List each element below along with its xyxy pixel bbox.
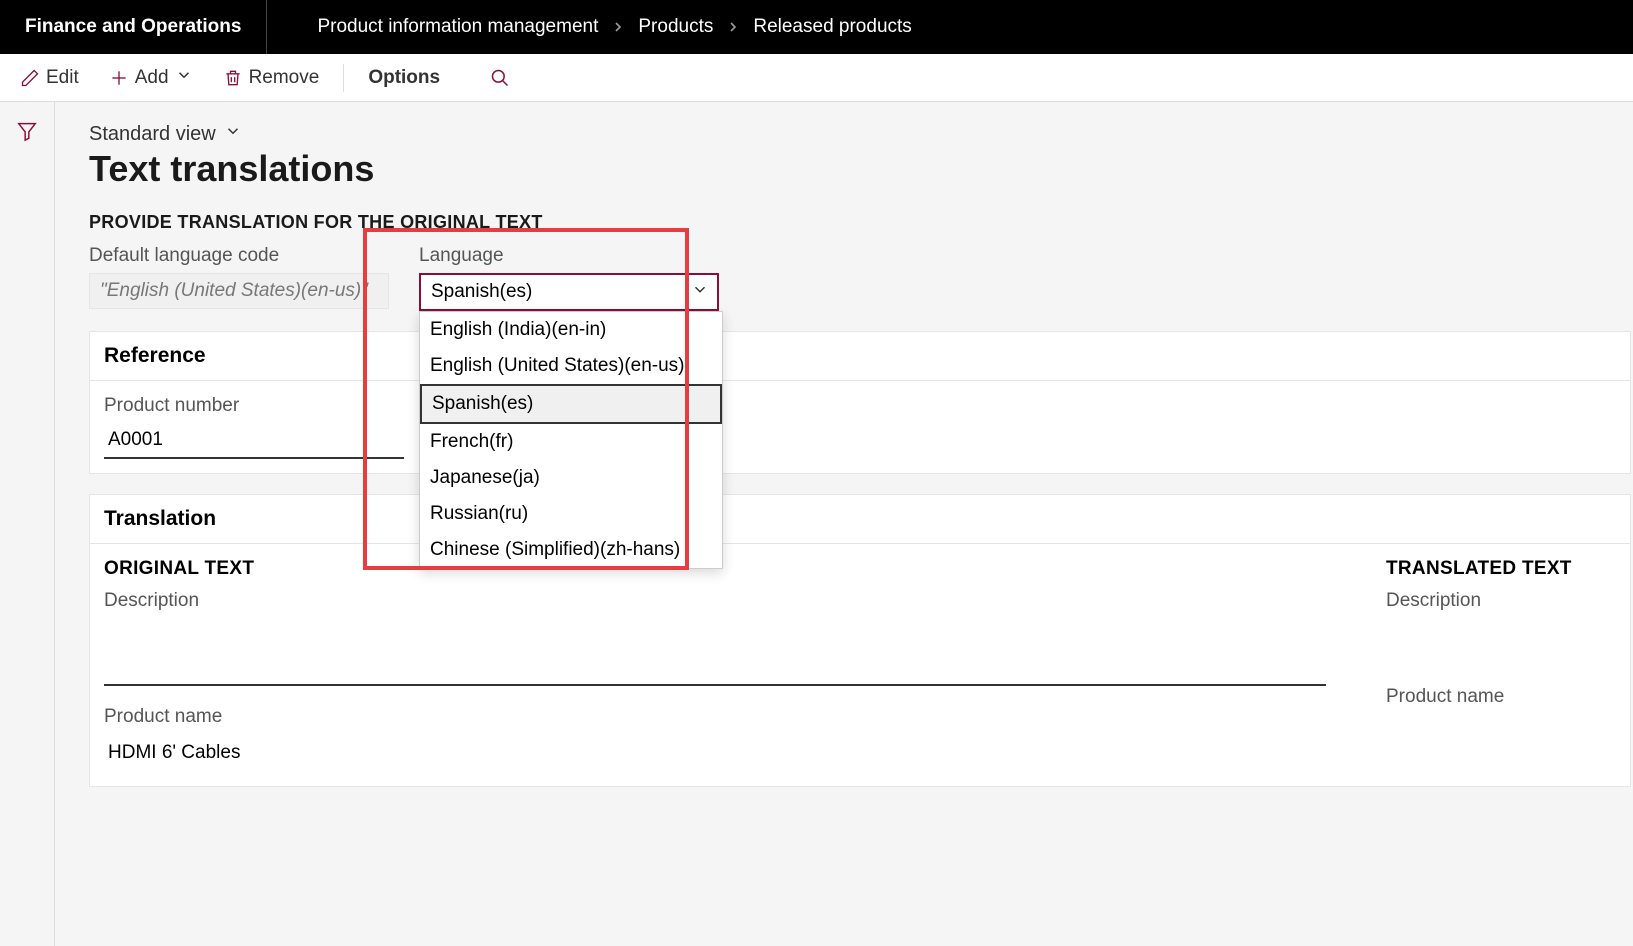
remove-label: Remove <box>249 67 320 89</box>
language-field: Language Spanish(es) English (India)(en-… <box>419 245 719 311</box>
language-option[interactable]: Russian(ru) <box>420 496 722 532</box>
language-option[interactable]: French(fr) <box>420 424 722 460</box>
chevron-down-icon <box>224 122 242 146</box>
add-button[interactable]: Add <box>99 60 203 96</box>
search-icon <box>490 68 510 88</box>
view-selector[interactable]: Standard view <box>89 122 242 146</box>
translation-panel: Translation ORIGINAL TEXT Description Pr… <box>89 494 1631 787</box>
language-dropdown-menu: English (India)(en-in) English (United S… <box>419 311 723 569</box>
edit-button[interactable]: Edit <box>10 61 89 95</box>
plus-icon <box>109 68 129 88</box>
action-bar: Edit Add Remove Options <box>0 54 1633 102</box>
filter-icon[interactable] <box>16 120 38 147</box>
add-label: Add <box>135 67 169 89</box>
pencil-icon <box>20 68 40 88</box>
edit-label: Edit <box>46 67 79 89</box>
page-title: Text translations <box>89 148 1633 190</box>
language-input[interactable]: Spanish(es) <box>419 273 719 311</box>
view-selector-label: Standard view <box>89 123 216 146</box>
remove-button[interactable]: Remove <box>213 61 330 95</box>
search-button[interactable] <box>480 62 520 94</box>
product-number-input[interactable] <box>104 423 404 459</box>
original-product-name-label: Product name <box>104 706 1326 728</box>
left-rail <box>0 102 55 946</box>
product-number-label: Product number <box>104 395 1616 417</box>
chevron-right-icon <box>725 19 741 35</box>
breadcrumb-item-module[interactable]: Product information management <box>317 16 598 38</box>
original-text-column: ORIGINAL TEXT Description Product name H… <box>104 558 1326 772</box>
reference-panel: Reference Product number <box>89 331 1631 474</box>
language-option[interactable]: Chinese (Simplified)(zh-hans) <box>420 532 722 568</box>
original-product-name-value: HDMI 6' Cables <box>104 734 1326 772</box>
translated-product-name-label: Product name <box>1386 686 1616 708</box>
default-language-field: Default language code "English (United S… <box>89 245 389 309</box>
original-description-label: Description <box>104 590 1326 612</box>
chevron-right-icon <box>610 19 626 35</box>
breadcrumb-item-products[interactable]: Products <box>638 16 713 38</box>
language-option[interactable]: English (India)(en-in) <box>420 312 722 348</box>
options-label: Options <box>368 67 440 89</box>
top-header: Finance and Operations Product informati… <box>0 0 1633 54</box>
default-language-label: Default language code <box>89 245 389 267</box>
app-title: Finance and Operations <box>0 0 267 54</box>
language-dropdown[interactable]: Spanish(es) English (India)(en-in) Engli… <box>419 273 719 311</box>
translated-text-title: TRANSLATED TEXT <box>1386 558 1616 580</box>
language-option[interactable]: English (United States)(en-us) <box>420 348 722 384</box>
breadcrumb-item-released[interactable]: Released products <box>753 16 911 38</box>
translation-header[interactable]: Translation <box>90 495 1630 544</box>
default-language-value: "English (United States)(en-us)" <box>89 273 389 309</box>
language-form-row: Default language code "English (United S… <box>89 245 1633 311</box>
language-option-selected[interactable]: Spanish(es) <box>420 384 722 424</box>
language-selected-value: Spanish(es) <box>431 281 532 303</box>
language-label: Language <box>419 245 719 267</box>
language-option[interactable]: Japanese(ja) <box>420 460 722 496</box>
content: Standard view Text translations PROVIDE … <box>55 102 1633 946</box>
breadcrumb: Product information management Products … <box>267 16 911 38</box>
translated-description-label: Description <box>1386 590 1616 612</box>
reference-header[interactable]: Reference <box>90 332 1630 381</box>
section-title: PROVIDE TRANSLATION FOR THE ORIGINAL TEX… <box>89 212 1633 233</box>
options-button[interactable]: Options <box>358 61 450 95</box>
chevron-down-icon <box>175 66 193 90</box>
action-separator <box>343 64 344 92</box>
original-description-value <box>104 616 1326 686</box>
translated-text-column: TRANSLATED TEXT Description Product name <box>1386 558 1616 772</box>
trash-icon <box>223 68 243 88</box>
